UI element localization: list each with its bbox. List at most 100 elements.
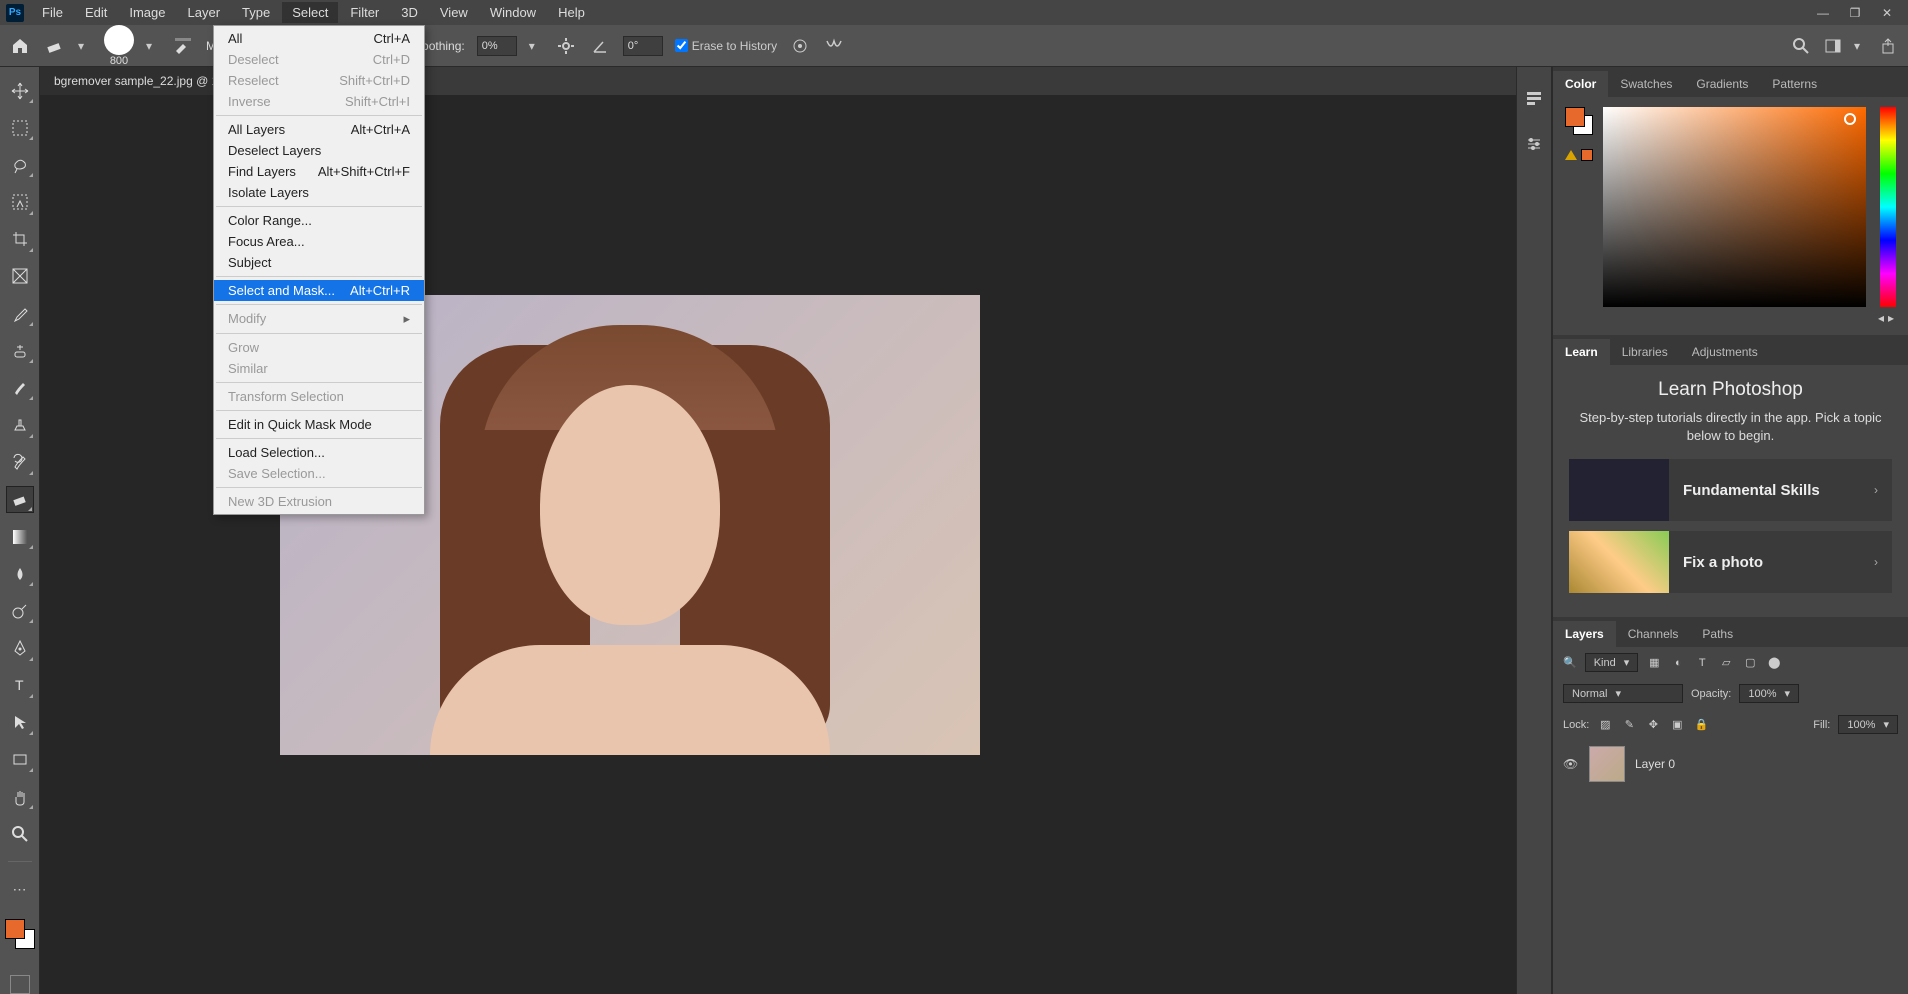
filter-pixel-icon[interactable]: ▦ [1646, 655, 1662, 671]
tab-patterns[interactable]: Patterns [1760, 71, 1829, 97]
erase-to-history-input[interactable] [675, 39, 688, 52]
lasso-tool[interactable] [6, 151, 34, 178]
layer-filter-select[interactable]: Kind▾ [1585, 653, 1639, 672]
tab-gradients[interactable]: Gradients [1684, 71, 1760, 97]
hue-slider[interactable] [1880, 107, 1896, 307]
healing-brush-tool[interactable] [6, 337, 34, 364]
workspace-icon[interactable] [1822, 35, 1844, 57]
menu-item-load-selection[interactable]: Load Selection... [214, 442, 424, 463]
rectangle-tool[interactable] [6, 746, 34, 773]
gradient-tool[interactable] [6, 523, 34, 550]
opacity-input[interactable]: 100%▾ [1739, 684, 1799, 703]
tab-channels[interactable]: Channels [1616, 621, 1691, 647]
erase-to-history-checkbox[interactable]: Erase to History [675, 39, 777, 53]
search-icon[interactable]: 🔍 [1563, 656, 1577, 669]
menu-item-isolate-layers[interactable]: Isolate Layers [214, 182, 424, 203]
closest-color-swatch[interactable] [1581, 149, 1593, 161]
menu-select[interactable]: Select [282, 2, 338, 23]
eraser-tool[interactable] [6, 486, 34, 513]
history-panel-icon[interactable] [1523, 87, 1545, 109]
menu-item-edit-in-quick-mask-mode[interactable]: Edit in Quick Mask Mode [214, 414, 424, 435]
hue-arrow-right[interactable]: ▸ [1888, 311, 1894, 325]
window-maximize[interactable]: ❐ [1840, 3, 1870, 23]
hand-tool[interactable] [6, 783, 34, 810]
dodge-tool[interactable] [6, 597, 34, 624]
menu-window[interactable]: Window [480, 2, 546, 23]
filter-type-icon[interactable]: T [1694, 655, 1710, 671]
path-selection-tool[interactable] [6, 709, 34, 736]
tab-libraries[interactable]: Libraries [1610, 339, 1680, 365]
layer-visibility-icon[interactable]: 👁 [1563, 757, 1579, 771]
tab-swatches[interactable]: Swatches [1608, 71, 1684, 97]
color-swatch-pair[interactable] [1565, 107, 1593, 135]
foreground-color-swatch[interactable] [1565, 107, 1585, 127]
menu-image[interactable]: Image [119, 2, 175, 23]
clone-stamp-tool[interactable] [6, 411, 34, 438]
search-icon[interactable] [1790, 35, 1812, 57]
learn-card-fix-photo[interactable]: Fix a photo › [1569, 531, 1892, 593]
layer-name[interactable]: Layer 0 [1635, 757, 1675, 771]
edit-toolbar-icon[interactable]: ⋯ [6, 876, 34, 903]
menu-view[interactable]: View [430, 2, 478, 23]
chevron-down-icon[interactable]: ▾ [146, 39, 160, 53]
quick-selection-tool[interactable] [6, 188, 34, 215]
lock-artboard-icon[interactable]: ▣ [1669, 717, 1685, 733]
tab-color[interactable]: Color [1553, 71, 1608, 97]
chevron-down-icon[interactable]: ▾ [1854, 39, 1868, 53]
color-field[interactable] [1603, 107, 1866, 307]
lock-all-icon[interactable]: 🔒 [1693, 717, 1709, 733]
lock-transparency-icon[interactable]: ▨ [1597, 717, 1613, 733]
fill-input[interactable]: 100%▾ [1838, 715, 1898, 734]
angle-input[interactable] [623, 36, 663, 56]
menu-item-all[interactable]: AllCtrl+A [214, 28, 424, 49]
home-icon[interactable] [8, 34, 32, 58]
menu-filter[interactable]: Filter [340, 2, 389, 23]
learn-card-fundamental[interactable]: Fundamental Skills › [1569, 459, 1892, 521]
tab-learn[interactable]: Learn [1553, 339, 1610, 365]
brush-tool[interactable] [6, 374, 34, 401]
gamut-warning[interactable] [1565, 149, 1593, 161]
marquee-tool[interactable] [6, 114, 34, 141]
chevron-down-icon[interactable]: ▾ [78, 39, 92, 53]
frame-tool[interactable] [6, 263, 34, 290]
menu-file[interactable]: File [32, 2, 73, 23]
menu-3d[interactable]: 3D [391, 2, 428, 23]
foreground-background-colors[interactable] [5, 919, 35, 948]
symmetry-icon[interactable] [823, 35, 845, 57]
layer-thumbnail[interactable] [1589, 746, 1625, 782]
tab-layers[interactable]: Layers [1553, 621, 1616, 647]
share-icon[interactable] [1878, 35, 1900, 57]
menu-item-color-range[interactable]: Color Range... [214, 210, 424, 231]
tab-adjustments[interactable]: Adjustments [1680, 339, 1770, 365]
properties-panel-icon[interactable] [1523, 133, 1545, 155]
brush-preview[interactable] [104, 25, 134, 55]
crop-tool[interactable] [6, 226, 34, 253]
filter-adjustment-icon[interactable]: ◐ [1670, 655, 1686, 671]
gear-icon[interactable] [555, 35, 577, 57]
menu-item-subject[interactable]: Subject [214, 252, 424, 273]
filter-toggle-icon[interactable]: ⬤ [1766, 655, 1782, 671]
tool-preset-eraser-icon[interactable] [44, 35, 66, 57]
menu-layer[interactable]: Layer [178, 2, 231, 23]
pressure-opacity-icon[interactable] [789, 35, 811, 57]
menu-edit[interactable]: Edit [75, 2, 117, 23]
menu-item-all-layers[interactable]: All LayersAlt+Ctrl+A [214, 119, 424, 140]
lock-position-icon[interactable]: ✥ [1645, 717, 1661, 733]
layer-row[interactable]: 👁 Layer 0 [1553, 740, 1908, 788]
blur-tool[interactable] [6, 560, 34, 587]
lock-pixels-icon[interactable]: ✎ [1621, 717, 1637, 733]
menu-item-focus-area[interactable]: Focus Area... [214, 231, 424, 252]
tab-paths[interactable]: Paths [1690, 621, 1745, 647]
menu-item-deselect-layers[interactable]: Deselect Layers [214, 140, 424, 161]
history-brush-tool[interactable] [6, 449, 34, 476]
brush-settings-icon[interactable] [172, 35, 194, 57]
type-tool[interactable]: T [6, 672, 34, 699]
menu-help[interactable]: Help [548, 2, 595, 23]
filter-shape-icon[interactable]: ▱ [1718, 655, 1734, 671]
hue-arrow-left[interactable]: ◂ [1878, 311, 1884, 325]
smoothing-input[interactable] [477, 36, 517, 56]
pen-tool[interactable] [6, 634, 34, 661]
filter-smart-icon[interactable]: ▢ [1742, 655, 1758, 671]
window-minimize[interactable]: — [1808, 3, 1838, 23]
foreground-color-swatch[interactable] [5, 919, 25, 939]
